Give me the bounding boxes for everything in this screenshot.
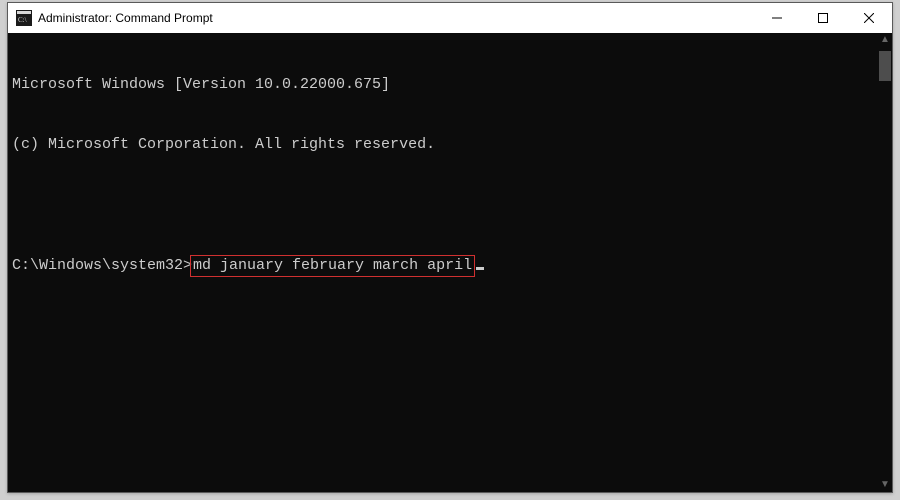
scroll-thumb[interactable] xyxy=(879,51,891,81)
command-highlight: md january february march april xyxy=(190,255,475,277)
prompt-text: C:\Windows\system32> xyxy=(12,257,192,274)
text-cursor xyxy=(476,267,484,270)
titlebar[interactable]: C:\ Administrator: Command Prompt xyxy=(8,3,892,33)
minimize-button[interactable] xyxy=(754,3,800,33)
version-line: Microsoft Windows [Version 10.0.22000.67… xyxy=(12,75,874,95)
blank-line xyxy=(12,195,874,215)
svg-text:C:\: C:\ xyxy=(18,16,27,24)
terminal-area[interactable]: Microsoft Windows [Version 10.0.22000.67… xyxy=(8,33,892,492)
cmd-icon: C:\ xyxy=(16,10,32,26)
copyright-line: (c) Microsoft Corporation. All rights re… xyxy=(12,135,874,155)
command-prompt-window: C:\ Administrator: Command Prompt Micros… xyxy=(7,2,893,493)
scroll-down-arrow[interactable]: ▼ xyxy=(878,478,892,492)
terminal-content[interactable]: Microsoft Windows [Version 10.0.22000.67… xyxy=(8,33,878,492)
window-title: Administrator: Command Prompt xyxy=(38,11,213,25)
vertical-scrollbar[interactable]: ▲ ▼ xyxy=(878,33,892,492)
typed-command: md january february march april xyxy=(193,257,472,274)
scroll-up-arrow[interactable]: ▲ xyxy=(878,33,892,47)
prompt-line: C:\Windows\system32>md january february … xyxy=(12,255,874,277)
maximize-button[interactable] xyxy=(800,3,846,33)
close-button[interactable] xyxy=(846,3,892,33)
